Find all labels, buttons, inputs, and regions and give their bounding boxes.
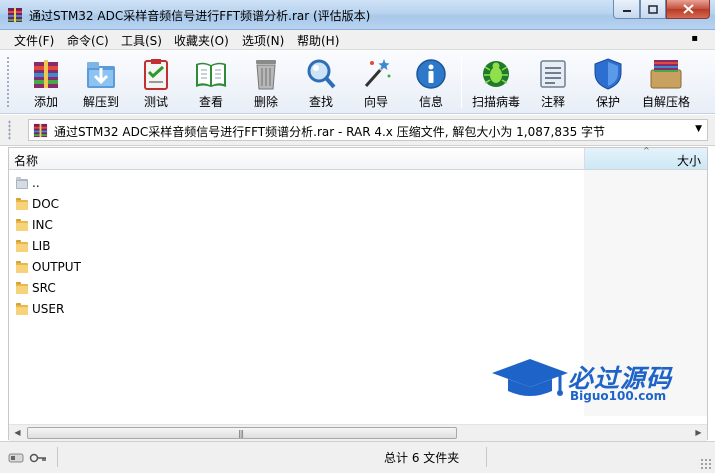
wizard-icon: [364, 59, 391, 87]
extract-to-icon: [87, 62, 115, 88]
address-grip[interactable]: [8, 120, 11, 140]
file-row[interactable]: USER: [9, 299, 584, 320]
view-icon: [196, 62, 226, 87]
file-name: USER: [32, 302, 65, 316]
virus-scan-button[interactable]: 扫描病毒: [470, 54, 522, 110]
minimize-icon: [622, 10, 631, 12]
maximize-icon: [648, 4, 658, 14]
chevron-down-icon[interactable]: ▼: [695, 124, 702, 134]
rar-archive-icon: [33, 123, 48, 138]
menu-overflow-icon[interactable]: ▪: [691, 33, 698, 44]
file-row[interactable]: INC: [9, 215, 584, 236]
find-icon: [307, 59, 336, 89]
file-name: OUTPUT: [32, 260, 81, 274]
comment-icon: [540, 60, 566, 88]
status-divider: [486, 447, 487, 467]
parent-folder-icon: [16, 177, 28, 189]
sfx-icon: [650, 60, 682, 89]
scroll-right-icon[interactable]: ▶: [690, 425, 707, 441]
add-archive-icon: [34, 60, 58, 88]
column-size-label: 大小: [676, 154, 701, 168]
menu-options[interactable]: 选项(N): [242, 32, 284, 49]
file-name: LIB: [32, 239, 51, 253]
folder-icon: [16, 303, 28, 315]
file-name: DOC: [32, 197, 60, 211]
menu-help[interactable]: 帮助(H): [297, 32, 339, 49]
sort-ascending-icon: ^: [643, 146, 650, 155]
maximize-button[interactable]: [640, 0, 666, 19]
file-row[interactable]: LIB: [9, 236, 584, 257]
watermark-en: Biguo100.com: [570, 389, 667, 403]
sfx-button[interactable]: 自解压格: [640, 54, 692, 110]
file-name: ..: [32, 176, 40, 190]
file-name: SRC: [32, 281, 56, 295]
folder-icon: [16, 261, 28, 273]
title-bar[interactable]: 通过STM32 ADC采样音频信号进行FFT频谱分析.rar (评估版本): [0, 0, 715, 30]
sfx-label: 自解压格: [641, 95, 690, 109]
drive-key-icon: [8, 453, 46, 463]
watermark-logo: 必过源码 Biguo100.com: [490, 355, 690, 405]
close-button[interactable]: [666, 0, 710, 19]
file-row[interactable]: SRC: [9, 278, 584, 299]
folder-icon: [16, 219, 28, 231]
thumb-grip-icon: |||: [238, 429, 244, 438]
menu-file[interactable]: 文件(F): [14, 32, 54, 49]
virus-scan-icon: [483, 61, 509, 87]
column-name-header[interactable]: 名称: [14, 152, 38, 169]
resize-grip[interactable]: [700, 458, 712, 470]
folder-icon: [16, 198, 28, 210]
status-total: 总计 6 文件夹: [384, 451, 460, 465]
menu-bar: 文件(F) 命令(C) 工具(S) 收藏夹(O) 选项(N) 帮助(H) ▪: [0, 30, 715, 50]
folder-icon: [16, 282, 28, 294]
file-row[interactable]: OUTPUT: [9, 257, 584, 278]
delete-icon: [256, 60, 276, 90]
address-path: 通过STM32 ADC采样音频信号进行FFT频谱分析.rar - RAR 4.x…: [54, 125, 606, 139]
scrollbar-thumb[interactable]: |||: [27, 427, 457, 439]
file-name: INC: [32, 218, 53, 232]
info-icon: [416, 59, 446, 89]
window-title: 通过STM32 ADC采样音频信号进行FFT频谱分析.rar (评估版本): [29, 9, 371, 23]
column-header: 名称 ^ 大小: [9, 146, 707, 170]
protect-button[interactable]: 保护: [582, 54, 634, 110]
menu-tools[interactable]: 工具(S): [121, 32, 162, 49]
status-divider: [57, 447, 58, 467]
menu-favorites[interactable]: 收藏夹(O): [174, 32, 229, 49]
graduation-cap-icon: [492, 359, 568, 396]
minimize-button[interactable]: [613, 0, 640, 19]
status-bar: 总计 6 文件夹: [0, 441, 715, 473]
info-label: 信息: [418, 95, 443, 109]
horizontal-scrollbar[interactable]: ◀ ||| ▶: [9, 424, 707, 441]
info-button[interactable]: 信息: [405, 54, 457, 110]
toolbar: 添加 解压到 测试 查看 删除 查找 向导 信息 扫描病毒 注释 保护 自解压格: [0, 50, 715, 114]
file-row[interactable]: DOC: [9, 194, 584, 215]
test-icon: [144, 59, 168, 90]
address-combobox[interactable]: 通过STM32 ADC采样音频信号进行FFT频谱分析.rar - RAR 4.x…: [28, 119, 708, 141]
address-bar: 通过STM32 ADC采样音频信号进行FFT频谱分析.rar - RAR 4.x…: [0, 115, 715, 146]
file-row-parent[interactable]: ..: [9, 173, 584, 194]
scroll-left-icon[interactable]: ◀: [9, 425, 26, 441]
column-size-header[interactable]: ^ 大小: [584, 146, 707, 169]
winrar-icon: [8, 8, 22, 22]
shield-icon: [594, 58, 622, 90]
close-icon: [682, 4, 694, 14]
folder-icon: [16, 240, 28, 252]
menu-commands[interactable]: 命令(C): [67, 32, 109, 49]
